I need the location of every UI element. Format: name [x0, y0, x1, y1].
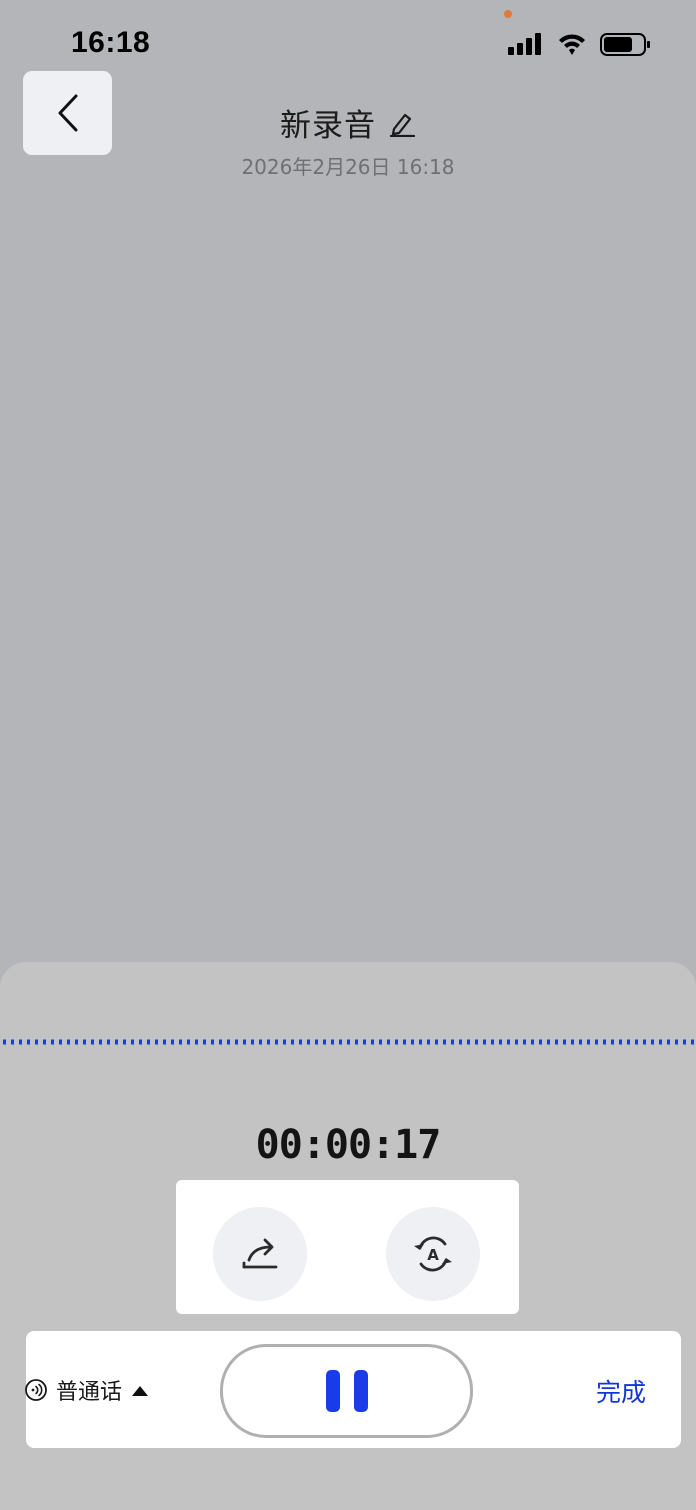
status-icons [508, 33, 650, 56]
elapsed-timer: 00:00:17 [255, 1122, 442, 1168]
wifi-icon [559, 34, 585, 55]
done-button[interactable]: 完成 [596, 1373, 646, 1409]
tools-card: A [176, 1180, 519, 1314]
signal-icon [508, 33, 541, 55]
pause-button[interactable] [220, 1344, 473, 1438]
waveform [3, 1039, 696, 1045]
share-icon [242, 1238, 278, 1269]
battery-icon [600, 33, 650, 56]
share-button[interactable] [213, 1207, 307, 1301]
language-selector[interactable]: 普通话 [24, 1373, 150, 1407]
pencil-icon[interactable] [388, 109, 416, 137]
caret-up-icon [132, 1386, 149, 1396]
page-title: 新录音 [280, 108, 376, 144]
language-label: 普通话 [56, 1380, 123, 1405]
translate-button[interactable]: A [386, 1207, 480, 1301]
controls-card: 普通话 完成 [24, 1331, 681, 1448]
pause-bar-left [325, 1370, 340, 1412]
svg-text:A: A [427, 1246, 439, 1264]
recording-sheet: 00:00:17 A 普通话 完成 [0, 962, 696, 1510]
privacy-indicator-dot [504, 10, 512, 18]
title-row[interactable]: 新录音 [280, 100, 416, 145]
translate-icon: A [414, 1236, 452, 1272]
pause-bar-right [353, 1370, 368, 1412]
sound-waves-icon [25, 1379, 47, 1401]
status-time: 16:18 [71, 26, 151, 59]
recording-date: 2026年2月26日 16:18 [241, 155, 455, 179]
pause-icon [325, 1370, 368, 1412]
header: 新录音 2026年2月26日 16:18 [0, 100, 696, 180]
